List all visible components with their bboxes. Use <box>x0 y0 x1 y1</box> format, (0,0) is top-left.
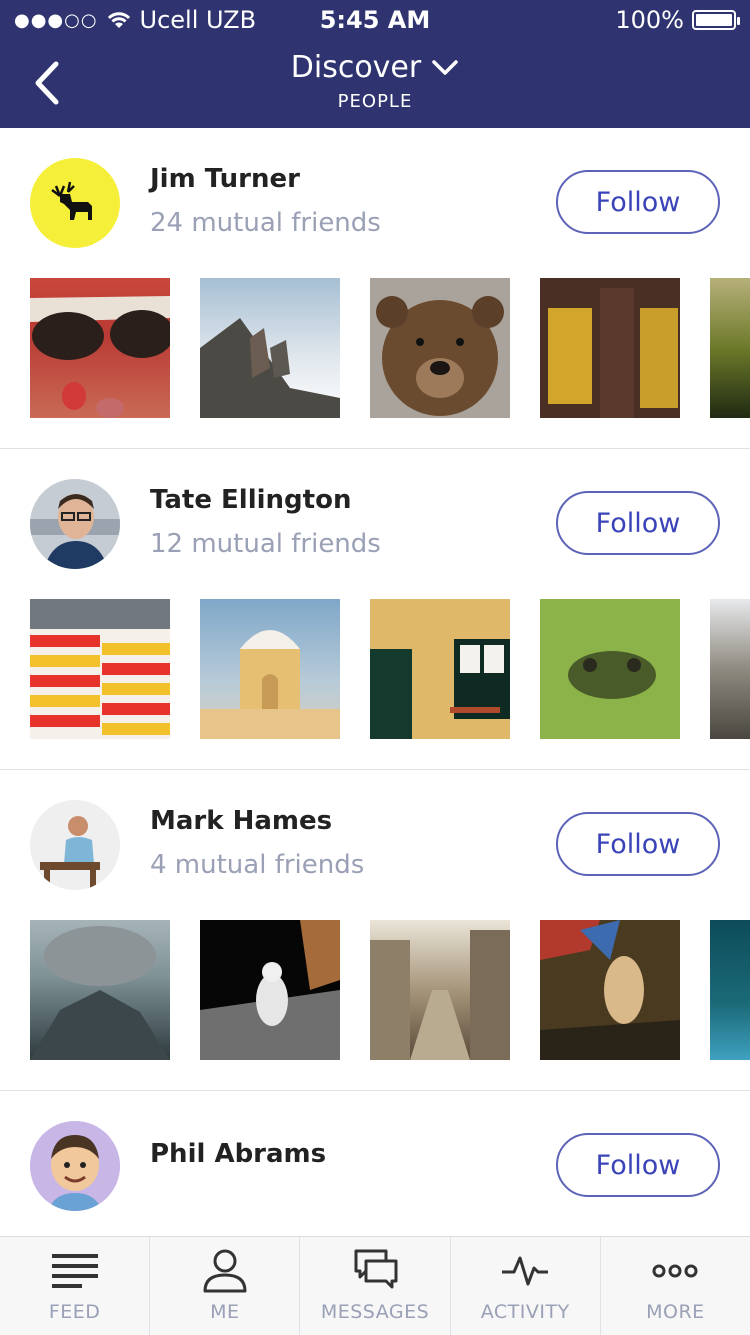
tab-me[interactable]: ME <box>150 1237 301 1335</box>
photo-thumbnail[interactable] <box>710 278 750 418</box>
feed-icon <box>51 1254 98 1288</box>
photo-thumbnail[interactable] <box>540 920 680 1060</box>
page-subtitle: PEOPLE <box>337 91 413 112</box>
photo-thumbnail[interactable] <box>30 278 170 418</box>
person-photo-icon <box>30 800 120 890</box>
person-photo-icon <box>30 479 120 569</box>
photo-thumbnail[interactable] <box>200 278 340 418</box>
chevron-down-icon <box>432 59 458 75</box>
tab-feed[interactable]: FEED <box>0 1237 151 1335</box>
photo-strip[interactable] <box>30 278 750 418</box>
page-title: Discover <box>290 50 422 85</box>
photo-thumbnail[interactable] <box>200 920 340 1060</box>
tab-more[interactable]: MORE <box>601 1237 750 1335</box>
person-illustration-icon <box>30 1121 120 1211</box>
mutual-friends: 12 mutual friends <box>150 529 381 559</box>
tab-label: ME <box>210 1301 240 1323</box>
people-list: Jim Turner 24 mutual friends Follow Tate… <box>0 128 750 1236</box>
chat-bubbles-icon <box>354 1249 398 1289</box>
person-name: Phil Abrams <box>150 1139 327 1169</box>
person-card: Phil Abrams Follow <box>0 1091 750 1231</box>
tab-bar: FEED ME MESSAGES ACTIVITY MORE <box>0 1236 750 1335</box>
tab-activity[interactable]: ACTIVITY <box>451 1237 601 1335</box>
battery-percent: 100% <box>615 6 684 34</box>
follow-button[interactable]: Follow <box>556 812 720 876</box>
photo-thumbnail[interactable] <box>710 599 750 739</box>
tab-label: FEED <box>48 1301 101 1323</box>
photo-strip[interactable] <box>30 599 750 739</box>
photo-thumbnail[interactable] <box>30 920 170 1060</box>
mutual-friends: 24 mutual friends <box>150 208 381 238</box>
follow-button[interactable]: Follow <box>556 1133 720 1197</box>
deer-icon <box>51 181 92 220</box>
photo-thumbnail[interactable] <box>370 920 510 1060</box>
person-name: Jim Turner <box>150 164 300 194</box>
avatar[interactable] <box>30 158 120 248</box>
pulse-icon <box>502 1256 549 1286</box>
more-dots-icon <box>652 1264 698 1278</box>
tab-label: MORE <box>646 1301 705 1323</box>
tab-label: ACTIVITY <box>480 1301 570 1323</box>
mutual-friends: 4 mutual friends <box>150 850 365 880</box>
photo-strip[interactable] <box>30 920 750 1060</box>
photo-thumbnail[interactable] <box>540 278 680 418</box>
tab-label: MESSAGES <box>320 1301 430 1323</box>
follow-button[interactable]: Follow <box>556 170 720 234</box>
avatar[interactable] <box>30 479 120 569</box>
person-name: Tate Ellington <box>150 485 352 515</box>
follow-button[interactable]: Follow <box>556 491 720 555</box>
avatar[interactable] <box>30 1121 120 1211</box>
avatar[interactable] <box>30 800 120 890</box>
person-icon <box>203 1249 247 1293</box>
person-card: Mark Hames 4 mutual friends Follow <box>0 770 750 1091</box>
app-header: ●●●○○ Ucell UZB 5:45 AM 100% Discover PE… <box>0 0 750 128</box>
title-dropdown[interactable]: Discover PEOPLE <box>0 50 750 112</box>
nav-bar: Discover PEOPLE <box>0 42 750 128</box>
battery-icon <box>692 10 740 30</box>
tab-messages[interactable]: MESSAGES <box>300 1237 451 1335</box>
photo-thumbnail[interactable] <box>370 599 510 739</box>
photo-thumbnail[interactable] <box>540 599 680 739</box>
status-bar: ●●●○○ Ucell UZB 5:45 AM 100% <box>0 0 750 42</box>
photo-thumbnail[interactable] <box>200 599 340 739</box>
photo-thumbnail[interactable] <box>30 599 170 739</box>
person-card: Tate Ellington 12 mutual friends Follow <box>0 449 750 770</box>
photo-thumbnail[interactable] <box>710 920 750 1060</box>
person-name: Mark Hames <box>150 806 333 836</box>
status-right: 100% <box>615 6 740 34</box>
photo-thumbnail[interactable] <box>370 278 510 418</box>
person-card: Jim Turner 24 mutual friends Follow <box>0 128 750 449</box>
